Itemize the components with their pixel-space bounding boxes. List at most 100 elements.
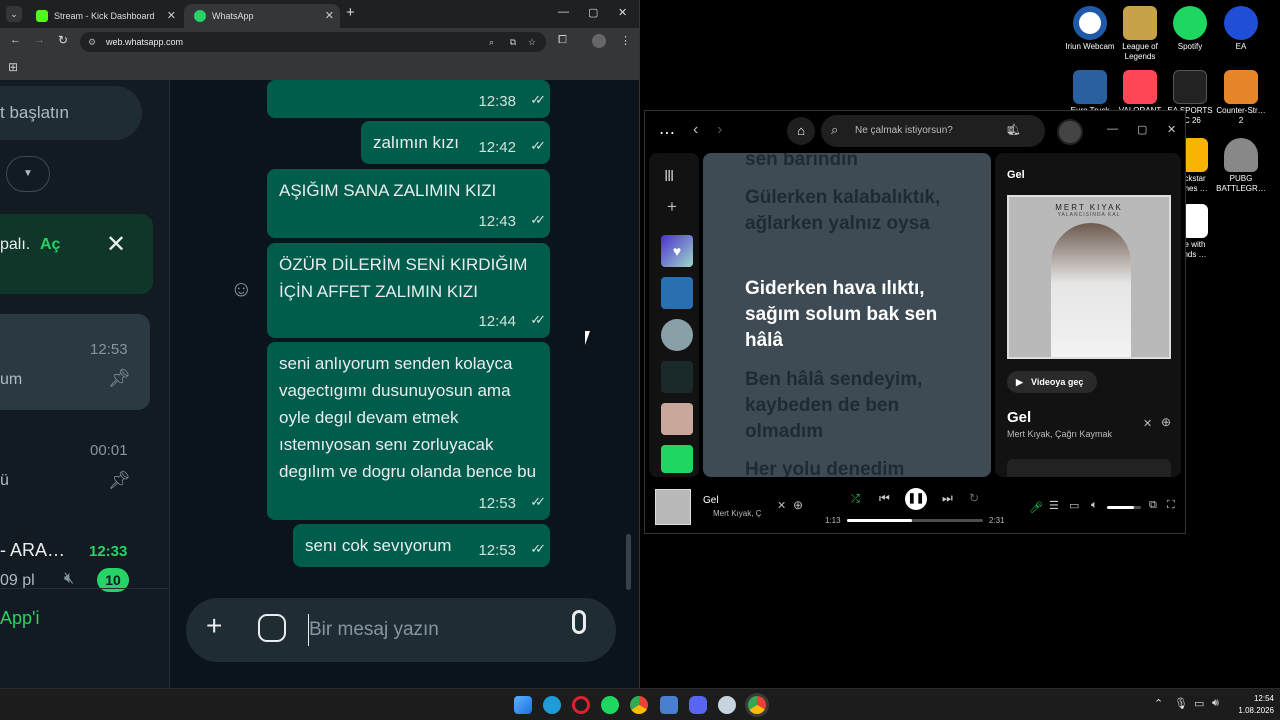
playlist-item[interactable] xyxy=(661,319,693,351)
chat-row[interactable]: - ARA… 12:33 09 pl 🔇︎ 10 xyxy=(0,520,150,592)
close-icon[interactable]: ✕ xyxy=(777,499,786,512)
message-bubble[interactable]: zalımın kızı 12:42 ✓✓ xyxy=(361,121,550,164)
close-icon[interactable]: ✕ xyxy=(1143,417,1152,430)
devices-icon[interactable]: ▭ xyxy=(1069,499,1079,512)
volume-slider[interactable] xyxy=(1107,506,1141,509)
microphone-icon[interactable] xyxy=(572,610,586,634)
close-window-icon[interactable]: ✕ xyxy=(618,6,627,19)
fullscreen-icon[interactable]: ⛶ xyxy=(1167,499,1175,512)
close-banner-icon[interactable]: ✕ xyxy=(106,230,126,259)
network-icon[interactable]: ▭ xyxy=(1194,697,1204,710)
queue-icon[interactable]: ☰ xyxy=(1049,499,1059,512)
close-window-icon[interactable]: ✕ xyxy=(1167,123,1176,136)
spotify-taskbar-icon[interactable] xyxy=(601,696,619,714)
notification-bell-icon[interactable]: 🔔︎ xyxy=(1007,123,1021,136)
chat-row[interactable]: 12:53 um 📌︎ xyxy=(0,314,150,410)
scrollbar[interactable] xyxy=(626,534,631,590)
pause-button[interactable]: ❚❚ xyxy=(905,488,927,510)
maximize-icon[interactable]: ▢ xyxy=(588,6,598,19)
desktop-icon-spotify[interactable]: Spotify xyxy=(1164,6,1216,52)
message-bubble[interactable]: AŞIĞIM SANA ZALIMIN KIZI 12:43 ✓✓ xyxy=(267,169,550,238)
maximize-icon[interactable]: ▢ xyxy=(1137,123,1147,136)
add-to-library-icon[interactable]: ⊕ xyxy=(793,498,803,512)
minimize-icon[interactable]: — xyxy=(558,6,569,18)
chrome-active-icon[interactable] xyxy=(748,696,766,714)
message-input[interactable] xyxy=(308,614,558,646)
forward-icon[interactable]: → xyxy=(34,34,45,46)
banner-open-link[interactable]: Aç xyxy=(40,236,60,254)
add-to-library-icon[interactable]: ⊕ xyxy=(1161,415,1171,429)
app-icon[interactable] xyxy=(660,696,678,714)
edge-icon[interactable] xyxy=(543,696,561,714)
now-playing-thumbnail[interactable] xyxy=(655,489,691,525)
start-button[interactable] xyxy=(514,696,532,714)
minimize-icon[interactable]: — xyxy=(1107,123,1118,135)
tab-whatsapp[interactable]: WhatsApp ✕ xyxy=(184,4,340,28)
playlist-item[interactable] xyxy=(661,361,693,393)
install-icon[interactable]: ⧉ xyxy=(510,32,516,52)
zoom-icon[interactable]: ⌕ xyxy=(489,32,494,52)
back-icon[interactable]: ‹ xyxy=(693,121,698,139)
volume-tray-icon[interactable]: 🔊︎ xyxy=(1212,697,1219,710)
progress-bar[interactable] xyxy=(847,519,983,522)
tab-search-button[interactable]: ⌄ xyxy=(6,6,22,22)
menu-icon[interactable]: ⋮ xyxy=(620,34,631,47)
playlist-item[interactable] xyxy=(661,403,693,435)
player-track-artists[interactable]: Mert Kıyak, Ç xyxy=(713,509,761,518)
site-info-icon[interactable]: ⚙ xyxy=(88,32,96,52)
extensions-icon[interactable]: ⧠ xyxy=(558,34,567,47)
back-icon[interactable]: ← xyxy=(10,34,21,46)
create-plus-icon[interactable]: + xyxy=(667,197,677,217)
attach-plus-icon[interactable]: + xyxy=(206,610,222,642)
bookmark-star-icon[interactable]: ☆ xyxy=(528,32,536,52)
get-app-link[interactable]: App'i xyxy=(0,608,39,629)
profile-avatar[interactable] xyxy=(592,34,606,48)
desktop-icon-pubg[interactable]: PUBG BATTLEGR… xyxy=(1215,138,1267,194)
next-icon[interactable]: ⏭︎ xyxy=(942,491,953,506)
panel-track-artists[interactable]: Mert Kıyak, Çağrı Kaymak xyxy=(1007,429,1112,439)
apps-grid-icon[interactable]: ⊞ xyxy=(8,60,18,74)
discord-icon[interactable] xyxy=(689,696,707,714)
previous-icon[interactable]: ⏮︎ xyxy=(879,491,890,506)
message-bubble[interactable]: 12:38 ✓✓ xyxy=(267,80,550,118)
opera-icon[interactable] xyxy=(572,696,590,714)
tab-kick[interactable]: Stream - Kick Dashboard ✕ xyxy=(26,4,182,28)
start-chat-button[interactable]: t başlatın xyxy=(0,86,142,140)
filter-dropdown-button[interactable]: ▼ xyxy=(6,156,50,192)
panel-track-title[interactable]: Gel xyxy=(1007,409,1031,426)
repeat-icon[interactable]: ↻ xyxy=(969,491,979,505)
home-icon[interactable]: ⌂ xyxy=(787,117,815,145)
forward-icon[interactable]: › xyxy=(717,121,722,139)
playlist-item[interactable] xyxy=(661,445,693,473)
volume-icon[interactable]: 🔈︎ xyxy=(1091,499,1098,512)
clock-date[interactable]: 1.08.2026 xyxy=(1228,706,1274,715)
shuffle-icon[interactable]: ⤮ xyxy=(851,493,860,506)
profile-avatar[interactable] xyxy=(1057,119,1083,145)
message-bubble[interactable]: seni anlıyorum senden kolayca vagectıgım… xyxy=(267,342,550,520)
clock-time[interactable]: 12:54 xyxy=(1244,694,1274,703)
miniplayer-icon[interactable]: ⧉ xyxy=(1149,499,1157,512)
close-tab-icon[interactable]: ✕ xyxy=(325,9,334,22)
playlist-item[interactable] xyxy=(661,277,693,309)
microphone-tray-icon[interactable]: 🎙︎ xyxy=(1174,697,1188,710)
chat-row[interactable]: 00:01 ü 📌︎ xyxy=(0,420,150,516)
message-bubble[interactable]: ÖZÜR DİLERİM SENİ KIRDIĞIM İÇİN AFFET ZA… xyxy=(267,243,550,338)
switch-to-video-button[interactable]: ▶ Videoya geç xyxy=(1007,371,1097,393)
desktop-icon-iriun[interactable]: Iriun Webcam xyxy=(1064,6,1116,52)
player-track-title[interactable]: Gel xyxy=(703,495,719,506)
liked-songs-item[interactable]: ♥ xyxy=(661,235,693,267)
spotify-menu-icon[interactable]: ⋯ xyxy=(659,123,675,143)
chrome-icon[interactable] xyxy=(630,696,648,714)
sticker-icon[interactable] xyxy=(258,614,286,642)
library-icon[interactable]: Ⅲ xyxy=(664,167,674,185)
lyrics-icon[interactable]: 🎤︎ xyxy=(1029,501,1043,514)
steam-icon[interactable] xyxy=(718,696,736,714)
new-tab-button[interactable]: + xyxy=(346,4,355,21)
desktop-icon-lol[interactable]: League of Legends xyxy=(1114,6,1166,62)
reload-icon[interactable]: ↻ xyxy=(58,33,68,47)
album-cover[interactable]: MERT KIYAK YALANCISINDA KAL xyxy=(1007,195,1171,359)
desktop-icon-ea[interactable]: EA xyxy=(1215,6,1267,52)
message-bubble[interactable]: senı cok sevıyorum 12:53 ✓✓ xyxy=(293,524,550,567)
tray-chevron-icon[interactable]: ⌃ xyxy=(1154,697,1163,710)
emoji-react-icon[interactable]: ☺ xyxy=(230,276,252,302)
